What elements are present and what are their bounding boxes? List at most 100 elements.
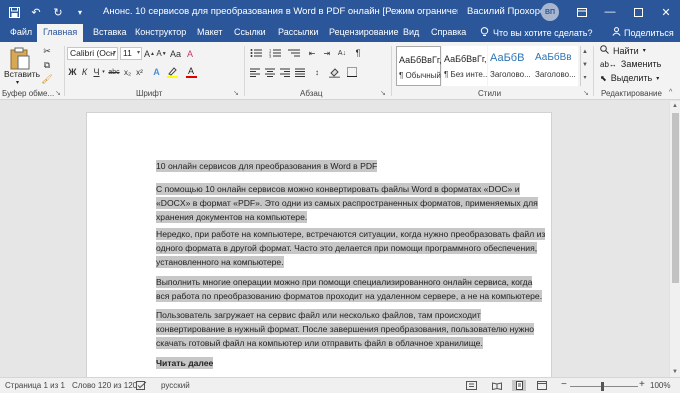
show-marks-icon[interactable]: ¶	[352, 47, 364, 59]
tab-help[interactable]: Справка	[429, 24, 468, 42]
style-heading-1[interactable]: АаБбВ Заголово...	[488, 46, 533, 86]
style-name: ¶ Без инте...	[444, 70, 490, 79]
shrink-font-icon[interactable]: A ▼	[156, 47, 167, 60]
clipboard-launcher-icon[interactable]: ↘	[55, 89, 61, 97]
cut-icon[interactable]: ✂	[41, 45, 53, 57]
style-no-spacing[interactable]: АаБбВвГг, ¶ Без инте...	[442, 46, 490, 86]
zoom-level[interactable]: 100%	[650, 381, 670, 390]
tab-design[interactable]: Конструктор	[133, 24, 188, 42]
document-page[interactable]: 10 онлайн сервисов для преобразования в …	[86, 112, 552, 382]
tab-insert[interactable]: Вставка	[91, 24, 128, 42]
styles-launcher-icon[interactable]: ↘	[583, 89, 589, 97]
tab-layout[interactable]: Макет	[195, 24, 224, 42]
borders-icon[interactable]	[346, 66, 358, 78]
align-left-icon[interactable]	[249, 66, 261, 78]
tab-mailings[interactable]: Рассылки	[276, 24, 320, 42]
read-more-text[interactable]: Читать далее	[156, 356, 546, 370]
text-effects-icon[interactable]: A	[151, 66, 162, 78]
justify-icon[interactable]	[294, 66, 306, 78]
document-paragraph[interactable]: Выполнить многие операции можно при помо…	[156, 275, 546, 303]
style-heading-2[interactable]: АаБбВв Заголово...	[533, 46, 578, 86]
align-right-icon[interactable]	[279, 66, 291, 78]
focus-mode-icon[interactable]	[466, 381, 477, 390]
maximize-button[interactable]	[626, 0, 650, 24]
proofing-icon[interactable]	[136, 381, 147, 390]
highlight-color-icon[interactable]	[167, 66, 178, 78]
increase-indent-icon[interactable]: ⇥	[321, 47, 333, 59]
collapse-ribbon-icon[interactable]: ^	[669, 89, 672, 96]
style-normal[interactable]: АаБбВвГг, ¶ Обычный	[396, 46, 442, 86]
paragraph-text: Выполнить многие операции можно при помо…	[156, 276, 543, 302]
paste-label[interactable]: Вставить	[4, 69, 40, 79]
language-indicator[interactable]: русский	[161, 381, 190, 390]
tab-references[interactable]: Ссылки	[232, 24, 268, 42]
customize-qat-icon[interactable]: ▾	[72, 4, 88, 20]
align-center-icon[interactable]	[264, 66, 276, 78]
zoom-slider[interactable]	[570, 386, 638, 387]
paragraph-launcher-icon[interactable]: ↘	[380, 89, 386, 97]
paste-dropdown-icon[interactable]: ▾	[16, 79, 19, 86]
multilevel-list-icon[interactable]	[287, 47, 301, 59]
decrease-indent-icon[interactable]: ⇤	[306, 47, 318, 59]
print-layout-icon[interactable]	[512, 380, 526, 391]
ribbon-display-options-icon[interactable]	[570, 0, 594, 24]
underline-dropdown-icon[interactable]: ▾	[101, 66, 106, 78]
tell-me-box[interactable]: Что вы хотите сделать?	[480, 27, 593, 39]
undo-icon[interactable]: ↶	[28, 4, 44, 20]
zoom-in-button[interactable]: +	[639, 379, 645, 390]
share-button[interactable]: Поделиться	[612, 27, 674, 38]
word-count[interactable]: Слово 120 из 120	[72, 381, 137, 390]
page-count[interactable]: Страница 1 из 1	[5, 381, 65, 390]
shading-icon[interactable]	[328, 66, 340, 78]
tab-review[interactable]: Рецензирование	[327, 24, 401, 42]
document-paragraph[interactable]: Нередко, при работе на компьютере, встре…	[156, 227, 546, 269]
format-painter-icon[interactable]: 🖌	[41, 73, 53, 85]
replace-button[interactable]: ab↔ Заменить	[600, 59, 661, 69]
bullets-icon[interactable]	[249, 47, 263, 59]
numbering-icon[interactable]: 123	[268, 47, 282, 59]
save-icon[interactable]	[6, 4, 22, 20]
redo-icon[interactable]: ↻	[50, 4, 66, 20]
font-group-label: Шрифт	[136, 89, 163, 98]
italic-button[interactable]: К	[79, 66, 90, 78]
document-heading[interactable]: 10 онлайн сервисов для преобразования в …	[156, 159, 546, 173]
vertical-scrollbar[interactable]: ▲ ▼	[669, 101, 680, 377]
ribbon-tabs: Файл Главная Вставка Конструктор Макет С…	[0, 24, 680, 42]
grow-font-icon[interactable]: A ▲	[144, 47, 155, 60]
font-size-combo[interactable]: 11 ▾	[120, 47, 142, 60]
clear-formatting-icon[interactable]: A	[184, 47, 196, 60]
find-button[interactable]: Найти ▾	[600, 45, 646, 56]
document-paragraph[interactable]: С помощью 10 онлайн сервисов можно конве…	[156, 182, 546, 224]
document-paragraph[interactable]: Пользователь загружает на сервис файл ил…	[156, 308, 546, 350]
web-layout-icon[interactable]	[535, 380, 549, 391]
style-name: Заголово...	[535, 70, 576, 79]
zoom-slider-thumb[interactable]	[601, 382, 604, 391]
select-button[interactable]: ⬉ Выделить ▾	[600, 73, 659, 83]
styles-scroll[interactable]: ▲ ▼ ▾	[580, 46, 589, 86]
zoom-out-button[interactable]: −	[561, 379, 567, 390]
read-mode-icon[interactable]	[490, 380, 504, 391]
scroll-down-icon[interactable]: ▼	[672, 369, 678, 375]
font-name-combo[interactable]: Calibri (Осн ▾	[67, 47, 118, 60]
tab-file[interactable]: Файл	[8, 24, 34, 42]
strikethrough-button[interactable]: abc	[107, 66, 121, 78]
minimize-button[interactable]: —	[598, 0, 622, 24]
close-button[interactable]: ✕	[654, 0, 678, 24]
paragraph-text: Пользователь загружает на сервис файл ил…	[156, 309, 534, 349]
avatar[interactable]: ВП	[541, 3, 559, 21]
bold-button[interactable]: Ж	[67, 66, 78, 78]
sort-icon[interactable]: A↓	[336, 47, 348, 59]
font-color-icon[interactable]: A	[186, 66, 197, 78]
line-spacing-icon[interactable]: ↕	[311, 66, 323, 78]
change-case-icon[interactable]: Aa	[169, 47, 182, 60]
chevron-down-icon: ▾	[642, 48, 646, 54]
tab-home[interactable]: Главная	[37, 24, 84, 42]
superscript-button[interactable]: x²	[134, 66, 145, 78]
scroll-up-icon[interactable]: ▲	[672, 103, 678, 109]
user-name[interactable]: Василий Прохоров	[467, 6, 550, 17]
scroll-thumb[interactable]	[672, 113, 679, 283]
tab-view[interactable]: Вид	[401, 24, 421, 42]
subscript-button[interactable]: x₂	[122, 66, 133, 78]
font-launcher-icon[interactable]: ↘	[233, 89, 239, 97]
copy-icon[interactable]: ⧉	[41, 59, 53, 71]
